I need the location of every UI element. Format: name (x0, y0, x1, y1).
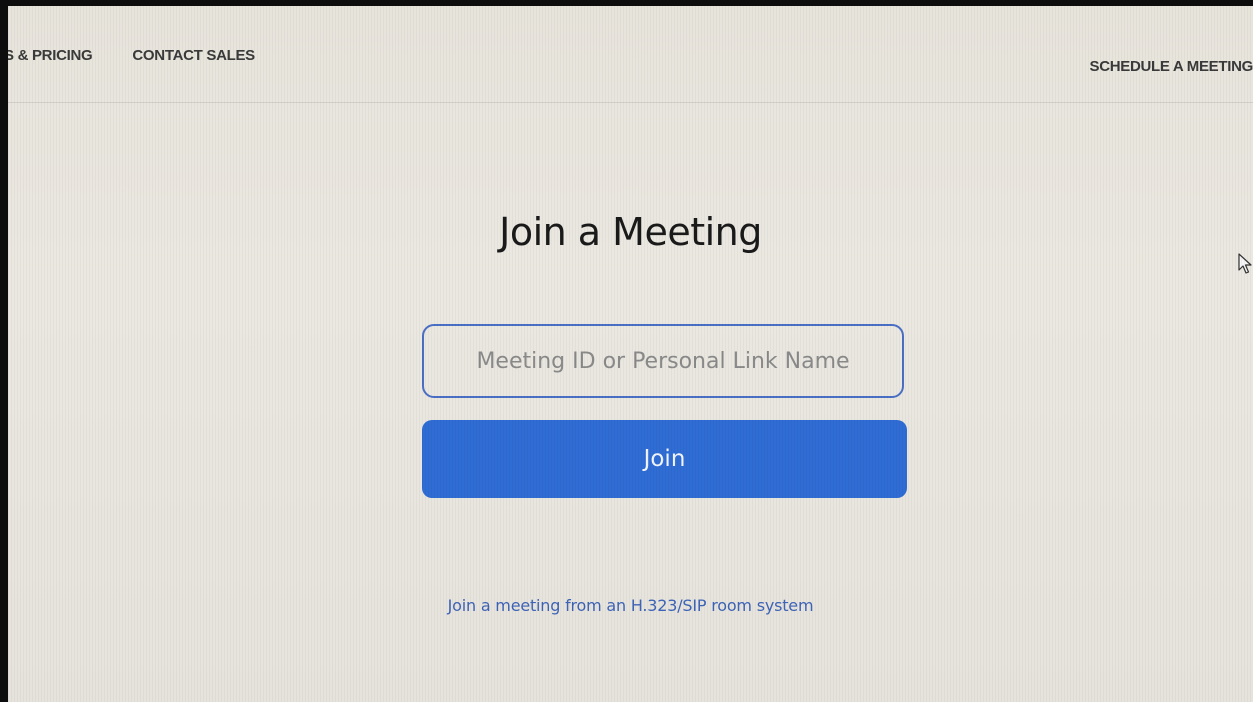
nav-contact-sales-link[interactable]: CONTACT SALES (132, 47, 255, 64)
top-navigation-bar: S & PRICING CONTACT SALES SCHEDULE A MEE… (8, 6, 1253, 103)
page-title: Join a Meeting (499, 210, 762, 254)
mouse-pointer-icon (1238, 253, 1252, 274)
h323-sip-room-link[interactable]: Join a meeting from an H.323/SIP room sy… (8, 596, 1253, 615)
meeting-id-input[interactable] (422, 324, 904, 398)
join-button[interactable]: Join (422, 420, 907, 498)
nav-plans-pricing-link[interactable]: S & PRICING (8, 47, 93, 64)
nav-right-group: SCHEDULE A MEETING (1090, 58, 1253, 76)
browser-viewport: S & PRICING CONTACT SALES SCHEDULE A MEE… (8, 6, 1253, 702)
nav-left-group: S & PRICING CONTACT SALES (8, 47, 255, 64)
nav-schedule-meeting-link[interactable]: SCHEDULE A MEETING (1090, 58, 1253, 75)
